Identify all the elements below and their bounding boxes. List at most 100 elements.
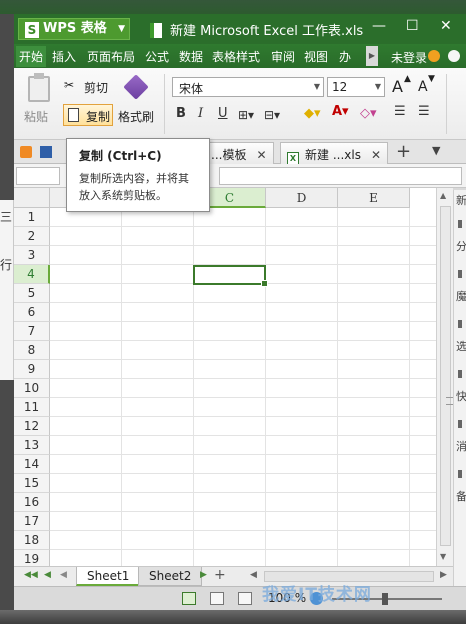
paste-icon[interactable] (28, 73, 50, 102)
fill-color-icon[interactable]: ◆▾ (304, 106, 321, 121)
folder-icon[interactable] (20, 146, 32, 158)
title-bar: S WPS 表格 ▼ 新建 Microsoft Excel 工作表.xls — ☐… (0, 0, 466, 44)
column-header-d[interactable]: D (266, 188, 338, 208)
format-painter-icon[interactable] (123, 74, 149, 100)
row-header-19[interactable]: 19 (14, 550, 50, 566)
row-header-5[interactable]: 5 (14, 284, 50, 303)
hscroll-right-icon[interactable]: ▶ (440, 570, 447, 580)
menu-item-home[interactable]: 开始 (16, 46, 47, 67)
normal-view-icon[interactable] (182, 592, 196, 605)
merge-cells-icon[interactable]: ⊟▾ (264, 108, 280, 122)
formula-input[interactable] (219, 167, 462, 185)
row-header-9[interactable]: 9 (14, 360, 50, 379)
spreadsheet-grid[interactable]: ABCDE12345678910111213141516171819 (14, 188, 436, 566)
row-header-3[interactable]: 3 (14, 246, 50, 265)
row-header-10[interactable]: 10 (14, 379, 50, 398)
close-icon[interactable]: ✕ (256, 148, 266, 162)
menu-scroll-right-icon[interactable]: ▶ (366, 46, 378, 66)
italic-button[interactable]: I (198, 106, 203, 121)
row-header-1[interactable]: 1 (14, 208, 50, 227)
row-header-14[interactable]: 14 (14, 455, 50, 474)
row-header-16[interactable]: 16 (14, 493, 50, 512)
tab-new-xls[interactable]: X 新建 ...xls ✕ (280, 142, 389, 165)
sheet-tab-1[interactable]: Sheet1 (76, 567, 141, 586)
font-name-select[interactable]: 宋体 ▼ (172, 77, 324, 97)
tab-template[interactable]: ...模板 ✕ (204, 142, 274, 164)
login-status[interactable]: 未登录 (391, 49, 427, 66)
format-painter-label[interactable]: 格式刷 (118, 108, 154, 125)
gridline (50, 378, 436, 379)
row-header-7[interactable]: 7 (14, 322, 50, 341)
font-color-icon[interactable]: A▾ (332, 104, 349, 119)
scroll-up-icon[interactable]: ▲ (440, 191, 446, 200)
save-icon[interactable] (40, 146, 52, 158)
copy-button[interactable]: 复制 (63, 104, 113, 126)
font-size-select[interactable]: 12 ▼ (327, 77, 385, 97)
shrink-font-button[interactable]: A (418, 79, 428, 95)
page-break-view-icon[interactable] (238, 592, 252, 605)
menu-item-page-layout[interactable]: 页面布局 (87, 48, 135, 65)
grow-font-arrow-icon: ▲ (404, 74, 411, 84)
close-icon[interactable]: ✕ (371, 148, 381, 162)
menu-item-view[interactable]: 视图 (304, 48, 328, 65)
minimize-icon[interactable]: — (372, 18, 386, 34)
row-header-2[interactable]: 2 (14, 227, 50, 246)
page-layout-view-icon[interactable] (210, 592, 224, 605)
row-header-6[interactable]: 6 (14, 303, 50, 322)
next-sheet-small-icon[interactable]: ◀ (60, 570, 67, 580)
new-tab-icon[interactable]: + (396, 141, 411, 162)
menu-item-more-truncated[interactable]: 办 (339, 48, 351, 65)
scrollbar-thumb[interactable] (440, 206, 453, 546)
vertical-scrollbar[interactable]: ▲ ▼ (436, 188, 453, 566)
indent-icon[interactable]: ☰ (418, 104, 430, 119)
cut-label[interactable]: 剪切 (84, 79, 108, 96)
border-icon[interactable]: ⊞▾ (238, 108, 254, 122)
ribbon-divider (164, 74, 165, 134)
grow-font-button[interactable]: A (392, 77, 403, 96)
scissors-icon[interactable]: ✂ (64, 78, 74, 92)
gridline (121, 208, 122, 566)
row-header-12[interactable]: 12 (14, 417, 50, 436)
copy-icon (68, 108, 79, 122)
row-header-4[interactable]: 4 (14, 265, 50, 284)
align-top-icon[interactable]: ☰ (394, 104, 406, 119)
hscroll-left-icon[interactable]: ◀ (250, 570, 257, 580)
wps-app-menu-button[interactable]: S WPS 表格 ▼ (18, 18, 130, 40)
row-header-17[interactable]: 17 (14, 512, 50, 531)
row-header-8[interactable]: 8 (14, 341, 50, 360)
select-all-corner[interactable] (14, 188, 50, 208)
row-header-11[interactable]: 11 (14, 398, 50, 417)
settings-icon[interactable] (448, 50, 460, 62)
tab-list-icon[interactable]: ▼ (432, 144, 440, 157)
zoom-slider-knob[interactable] (382, 593, 388, 605)
background-icon (458, 320, 462, 328)
maximize-icon[interactable]: ☐ (406, 18, 419, 34)
row-header-18[interactable]: 18 (14, 531, 50, 550)
scroll-down-icon[interactable]: ▼ (440, 552, 446, 561)
paste-label[interactable]: 粘贴 (24, 108, 48, 125)
underline-button[interactable]: U (218, 106, 228, 121)
bold-button[interactable]: B (176, 106, 186, 121)
column-header-e[interactable]: E (338, 188, 410, 208)
name-box[interactable] (16, 167, 60, 185)
menu-item-formulas[interactable]: 公式 (145, 48, 169, 65)
close-icon[interactable]: ✕ (440, 18, 452, 34)
row-header-13[interactable]: 13 (14, 436, 50, 455)
skin-icon[interactable] (428, 50, 440, 62)
active-cell-selection[interactable] (193, 265, 268, 287)
menu-item-data[interactable]: 数据 (179, 48, 203, 65)
clear-format-icon[interactable]: ◇▾ (360, 106, 377, 121)
first-sheet-icon[interactable]: ◀◀ (24, 570, 38, 580)
prev-sheet-icon[interactable]: ◀ (44, 570, 51, 580)
gridline (50, 226, 436, 227)
chevron-down-icon: ▼ (374, 82, 381, 91)
menu-item-table-styles[interactable]: 表格样式 (212, 48, 260, 65)
row-header-15[interactable]: 15 (14, 474, 50, 493)
menu-item-insert[interactable]: 插入 (52, 48, 76, 65)
add-sheet-icon[interactable]: + (214, 567, 226, 583)
tooltip-line: 复制所选内容，并将其 (79, 172, 189, 185)
sheet-tab-2[interactable]: Sheet2 (138, 567, 203, 586)
tab-label: ...模板 (211, 148, 247, 162)
menu-item-review[interactable]: 审阅 (271, 48, 295, 65)
next-sheet-icon[interactable]: ▶ (200, 570, 207, 580)
